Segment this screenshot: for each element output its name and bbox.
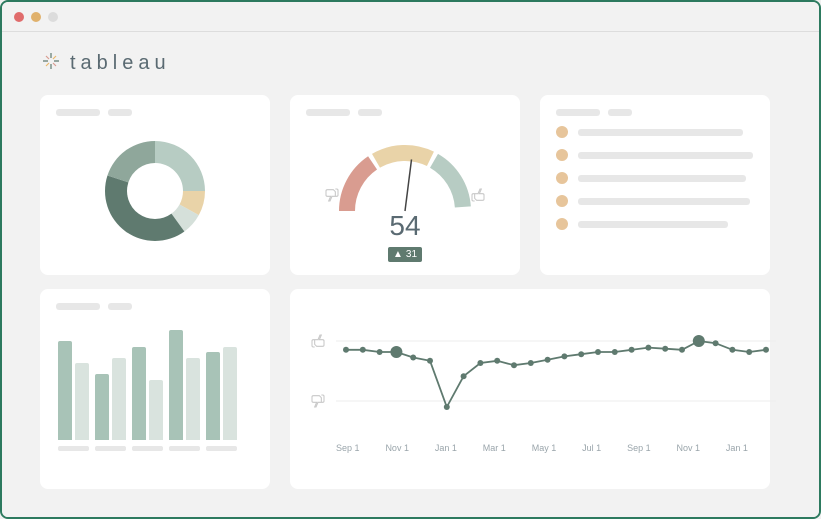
card-header <box>56 303 254 310</box>
placeholder <box>556 109 600 116</box>
thumbs-up-icon <box>310 333 326 354</box>
thumbs-down-icon <box>310 393 326 414</box>
list-item <box>556 126 754 138</box>
minimize-icon[interactable] <box>31 12 41 22</box>
gauge-chart <box>306 126 504 216</box>
placeholder <box>56 109 100 116</box>
placeholder <box>108 303 132 310</box>
x-tick: Sep 1 <box>627 443 651 453</box>
x-tick: Nov 1 <box>677 443 701 453</box>
list-card <box>540 95 770 275</box>
bar-card <box>40 289 270 489</box>
brand-row: tableau <box>40 50 781 77</box>
x-tick: Jul 1 <box>582 443 601 453</box>
list-rows <box>556 126 754 230</box>
maximize-icon[interactable] <box>48 12 58 22</box>
list-item <box>556 195 754 207</box>
line-x-axis: Sep 1 Nov 1 Jan 1 Mar 1 May 1 Jul 1 Sep 1 Nov 1… <box>306 439 754 453</box>
delta-badge: ▲ 31 <box>388 247 422 262</box>
card-header <box>56 109 254 116</box>
line-card: Sep 1 Nov 1 Jan 1 Mar 1 May 1 Jul 1 Sep 1 Nov 1… <box>290 289 770 489</box>
brand-name: tableau <box>70 52 171 75</box>
placeholder <box>132 446 163 451</box>
placeholder <box>578 221 728 228</box>
x-tick: May 1 <box>532 443 557 453</box>
window-titlebar <box>2 2 819 32</box>
placeholder <box>206 446 237 451</box>
placeholder <box>358 109 382 116</box>
close-icon[interactable] <box>14 12 24 22</box>
placeholder <box>56 303 100 310</box>
placeholder <box>578 152 753 159</box>
dashboard-content: tableau <box>2 32 819 517</box>
triangle-up-icon: ▲ <box>393 249 403 260</box>
donut-chart <box>56 126 254 256</box>
thumbs-down-icon <box>324 187 340 208</box>
placeholder <box>58 446 89 451</box>
bar <box>75 363 89 440</box>
card-header <box>556 109 754 116</box>
list-item <box>556 172 754 184</box>
bullet-icon <box>556 195 568 207</box>
bar <box>112 358 126 441</box>
list-item <box>556 149 754 161</box>
bar-labels <box>56 446 254 451</box>
placeholder <box>95 446 126 451</box>
x-tick: Jan 1 <box>435 443 457 453</box>
delta-value: 31 <box>406 249 417 260</box>
browser-window: tableau <box>0 0 821 519</box>
placeholder <box>578 198 750 205</box>
bar <box>149 380 163 441</box>
bullet-icon <box>556 149 568 161</box>
thumbs-up-icon <box>470 187 486 208</box>
tableau-logo-icon <box>40 50 62 77</box>
bar <box>169 330 183 440</box>
line-chart <box>306 309 754 439</box>
card-header <box>306 109 504 116</box>
x-tick: Sep 1 <box>336 443 360 453</box>
x-tick: Jan 1 <box>726 443 748 453</box>
bar <box>95 374 109 440</box>
bar <box>186 358 200 441</box>
gauge-card: 54 ▲ 31 <box>290 95 520 275</box>
placeholder <box>169 446 200 451</box>
x-tick: Nov 1 <box>385 443 409 453</box>
bullet-icon <box>556 218 568 230</box>
placeholder <box>578 175 746 182</box>
placeholder <box>108 109 132 116</box>
bar-chart <box>56 320 254 440</box>
placeholder <box>578 129 743 136</box>
bullet-icon <box>556 126 568 138</box>
list-item <box>556 218 754 230</box>
placeholder <box>608 109 632 116</box>
donut-card <box>40 95 270 275</box>
x-tick: Mar 1 <box>483 443 506 453</box>
placeholder <box>306 109 350 116</box>
bar <box>223 347 237 441</box>
bar <box>58 341 72 440</box>
bar <box>132 347 146 441</box>
bullet-icon <box>556 172 568 184</box>
bar <box>206 352 220 440</box>
